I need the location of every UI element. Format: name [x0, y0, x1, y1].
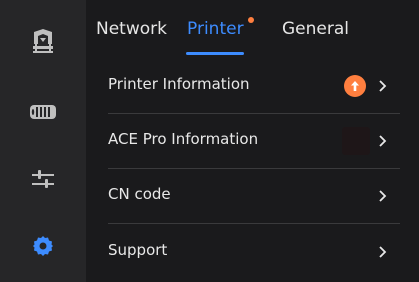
chevron-right-icon	[379, 80, 387, 92]
tab-printer[interactable]: Printer	[187, 19, 244, 39]
sidebar-item-settings[interactable]	[0, 218, 86, 274]
sidebar-item-adjust[interactable]	[0, 151, 86, 207]
row-label: CN code	[108, 185, 171, 203]
chevron-right-icon	[379, 135, 387, 147]
row-cn-code[interactable]: CN code	[108, 168, 400, 224]
row-label: ACE Pro Information	[108, 130, 259, 148]
update-arrow-icon	[344, 75, 366, 97]
sliders-icon	[32, 170, 54, 188]
sidebar	[0, 0, 86, 282]
filament-spool-icon	[30, 105, 56, 119]
active-tab-indicator	[186, 52, 244, 55]
tab-general[interactable]: General	[282, 19, 349, 39]
status-placeholder	[342, 127, 370, 155]
settings-screen: Network Printer General Printer Informat…	[0, 0, 419, 282]
sidebar-item-filament[interactable]	[0, 84, 86, 140]
chevron-right-icon	[379, 246, 387, 258]
row-support[interactable]: Support	[108, 224, 400, 280]
row-ace-pro-information[interactable]: ACE Pro Information	[108, 113, 400, 169]
notification-dot	[248, 17, 254, 23]
tab-bar: Network Printer General	[86, 0, 419, 58]
row-label: Support	[108, 241, 168, 259]
sidebar-item-printer[interactable]	[0, 14, 86, 70]
row-printer-information[interactable]: Printer Information	[108, 58, 400, 114]
row-label: Printer Information	[108, 75, 250, 93]
chevron-right-icon	[379, 190, 387, 202]
gear-icon	[33, 236, 53, 256]
printer-icon	[33, 29, 53, 53]
tab-network[interactable]: Network	[96, 19, 167, 39]
